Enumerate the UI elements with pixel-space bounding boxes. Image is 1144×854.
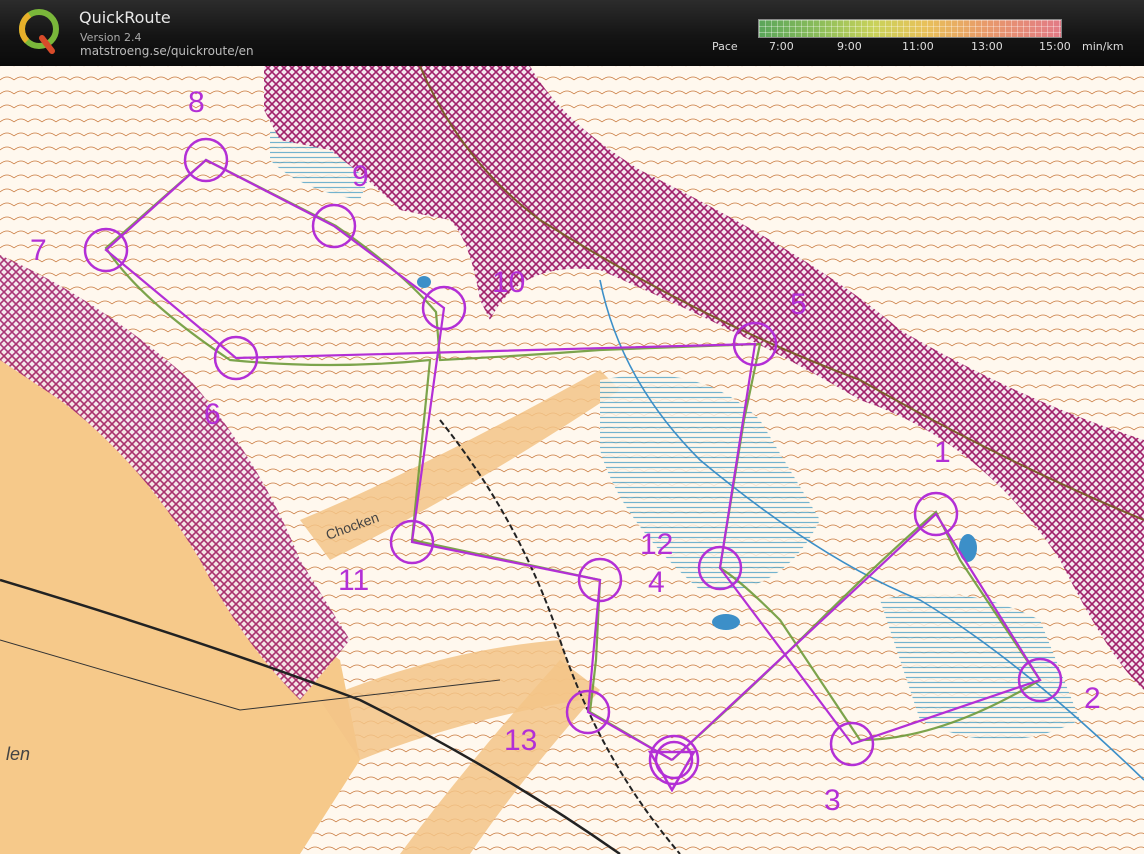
lake — [959, 534, 977, 562]
app-title: QuickRoute — [79, 8, 171, 27]
pace-tick: 13:00 — [971, 40, 1003, 53]
pace-color-scale — [758, 19, 1062, 38]
quickroute-logo-icon — [19, 9, 59, 54]
lake — [712, 614, 740, 630]
header-bar: QuickRoute Version 2.4 matstroeng.se/qui… — [0, 0, 1144, 66]
pace-label: Pace — [712, 40, 738, 53]
control-label-1: 1 — [934, 436, 951, 469]
place-name-len: len — [6, 744, 30, 764]
pace-tick: 15:00 — [1039, 40, 1071, 53]
control-label-8: 8 — [188, 86, 205, 119]
orienteering-map[interactable]: Chocken len 1 2 3 4 5 6 7 8 9 10 11 12 1… — [0, 66, 1144, 854]
app-url[interactable]: matstroeng.se/quickroute/en — [80, 44, 254, 58]
pace-unit: min/km — [1082, 40, 1124, 53]
control-label-5: 5 — [790, 288, 807, 321]
control-label-13: 13 — [504, 724, 537, 757]
pace-tick: 9:00 — [837, 40, 862, 53]
control-label-11: 11 — [338, 564, 369, 597]
control-label-6: 6 — [204, 398, 221, 431]
control-label-4: 4 — [648, 566, 665, 599]
control-label-9: 9 — [352, 160, 369, 193]
pace-tick: 11:00 — [902, 40, 934, 53]
control-label-7: 7 — [30, 234, 47, 267]
control-label-2: 2 — [1084, 682, 1101, 715]
app-version: Version 2.4 — [80, 31, 142, 44]
control-label-12: 12 — [640, 528, 673, 561]
lake — [417, 276, 431, 288]
pace-tick: 7:00 — [769, 40, 794, 53]
control-label-10: 10 — [492, 266, 525, 299]
control-label-3: 3 — [824, 784, 841, 817]
